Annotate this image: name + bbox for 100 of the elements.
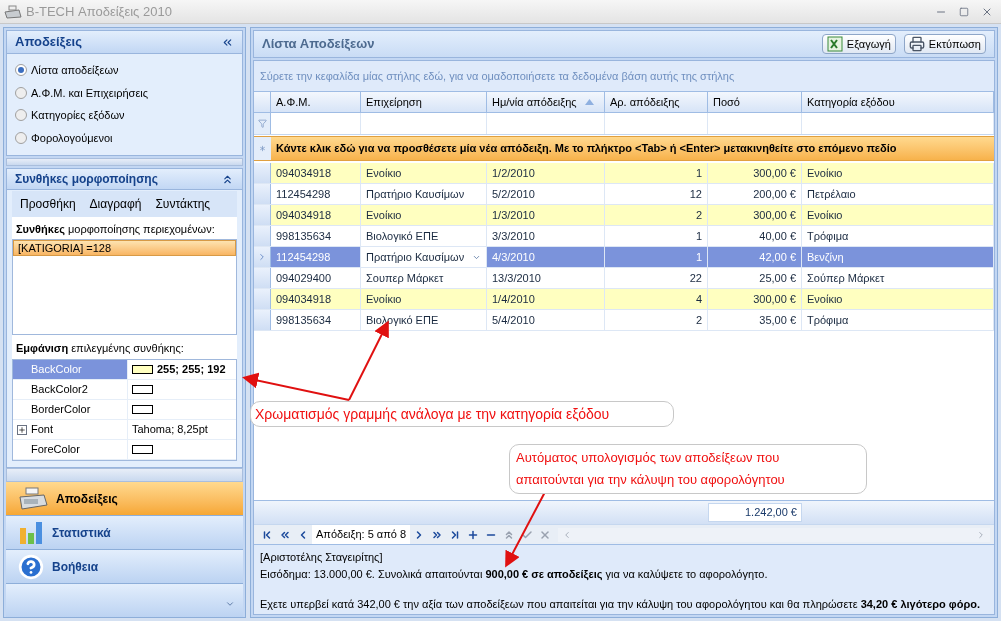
table-cell: 1	[605, 163, 708, 183]
total-cell: 1.242,00 €	[708, 503, 802, 522]
property-name[interactable]: BackColor2	[13, 380, 127, 399]
table-row[interactable]: 998135634 Βιολογικό ΕΠΕ 5/4/2010 2 35,00 € Τρόφιμα	[254, 310, 994, 331]
column-header[interactable]: Επιχείρηση	[361, 92, 487, 112]
table-row[interactable]: 094034918 Ενοίκιο 1/3/2010 2 300,00 € Ενοίκιο	[254, 205, 994, 226]
table-row[interactable]: 094034918 Ενοίκιο 1/4/2010 4 300,00 € Ενοίκιο	[254, 289, 994, 310]
table-row[interactable]: 112454298 Πρατήριο Καυσίμων 4/3/2010 1 42,00 € Βενζίνη	[254, 247, 994, 268]
table-cell: Ενοίκιο	[802, 205, 994, 225]
table-row[interactable]: 094034918 Ενοίκιο 1/2/2010 1 300,00 € Ενοίκιο	[254, 163, 994, 184]
table-cell: 12	[605, 184, 708, 204]
table-cell: Ενοίκιο	[361, 205, 487, 225]
scrollbar[interactable]	[558, 527, 990, 542]
table-cell: 1	[605, 247, 708, 267]
table-cell: 3/3/2010	[487, 226, 605, 246]
nav-button[interactable]: Αποδείξεις	[6, 482, 243, 516]
spreadsheet-icon	[826, 36, 843, 52]
table-cell: Ενοίκιο	[361, 289, 487, 309]
table-cell: 2	[605, 310, 708, 330]
table-cell: 1/2/2010	[487, 163, 605, 183]
table-cell: 4/3/2010	[487, 247, 605, 267]
window-title: B-TECH Αποδείξεις 2010	[26, 2, 173, 21]
table-cell: Ενοίκιο	[802, 289, 994, 309]
help-icon	[18, 553, 44, 580]
table-cell: 1/3/2010	[487, 205, 605, 225]
table-cell: Βιολογικό ΕΠΕ	[361, 310, 487, 330]
table-cell: 094034918	[271, 205, 361, 225]
radio-option[interactable]: Φορολογούμενοι	[15, 129, 234, 146]
table-cell: 094034918	[271, 163, 361, 183]
table-cell: Σουπερ Μάρκετ	[361, 268, 487, 288]
column-header[interactable]: Ποσό	[708, 92, 802, 112]
table-cell: Τρόφιμα	[802, 226, 994, 246]
radio-option[interactable]: Λίστα αποδείξεων	[15, 62, 234, 79]
table-cell: 200,00 €	[708, 184, 802, 204]
table-cell: 13/3/2010	[487, 268, 605, 288]
appearance-label: Εμφάνιση επιλεγμένης συνθήκης:	[16, 340, 184, 356]
conditions-label: Συνθήκες μορφοποίησης περιεχομένων:	[16, 221, 215, 237]
table-cell: 40,00 €	[708, 226, 802, 246]
toolbar-button[interactable]: Εκτύπωση	[903, 34, 986, 54]
splitter[interactable]	[6, 468, 243, 482]
printer-icon	[908, 36, 925, 52]
radio-option[interactable]: Α.Φ.Μ. και Επιχειρήσεις	[15, 84, 234, 101]
table-cell: Πρατήριο Καυσίμων	[361, 247, 487, 267]
table-cell: 42,00 €	[708, 247, 802, 267]
table-cell: Ενοίκιο	[361, 163, 487, 183]
new-row-icon	[258, 144, 267, 153]
property-value[interactable]: 255; 255; 192	[127, 360, 236, 379]
table-row[interactable]: 094029400 Σουπερ Μάρκετ 13/3/2010 22 25,00 € Σούπερ Μάρκετ	[254, 268, 994, 289]
maximize-icon[interactable]	[959, 6, 969, 17]
table-cell: Πετρέλαιο	[802, 184, 994, 204]
table-cell: 094029400	[271, 268, 361, 288]
close-icon	[539, 528, 552, 541]
table-cell: 5/2/2010	[487, 184, 605, 204]
panel-title: Λίστα Αποδείξεων	[262, 35, 375, 54]
toolbar-button[interactable]: Διαγραφή	[89, 195, 142, 213]
scroll-right-icon[interactable]	[976, 529, 986, 540]
app-icon	[4, 4, 22, 19]
table-cell: 300,00 €	[708, 163, 802, 183]
condition-item[interactable]: [KATIGORIA] =128	[13, 240, 236, 256]
radio-option[interactable]: Κατηγορίες εξόδων	[15, 107, 234, 124]
table-cell: Τρόφιμα	[802, 310, 994, 330]
table-cell: 300,00 €	[708, 205, 802, 225]
table-cell: 22	[605, 268, 708, 288]
column-header[interactable]: Α.Φ.Μ.	[271, 92, 361, 112]
toolbar-button[interactable]: Προσθήκη	[20, 195, 76, 213]
property-name[interactable]: Font	[13, 420, 127, 439]
column-header[interactable]: Ημ/νία απόδειξης	[487, 92, 605, 112]
splitter[interactable]	[6, 158, 243, 166]
first-icon	[261, 528, 273, 541]
toolbar-button[interactable]: Συντάκτης	[155, 195, 211, 213]
table-cell: 25,00 €	[708, 268, 802, 288]
table-cell: 112454298	[271, 184, 361, 204]
column-header[interactable]: Κατηγορία εξόδου	[802, 92, 994, 112]
table-cell: 998135634	[271, 310, 361, 330]
dropdown-icon[interactable]	[225, 599, 235, 609]
toolbar-button[interactable]: Εξαγωγή	[821, 34, 896, 54]
table-cell: Σούπερ Μάρκετ	[802, 268, 994, 288]
table-cell: Βιολογικό ΕΠΕ	[361, 226, 487, 246]
taxpayer-name: [Αριστοτέλης Σταγειρίτης]	[260, 550, 384, 565]
annotation-text: Αυτόματος υπολογισμός των αποδείξεων που απαιτούνται για την κάλυψη του αφορολόγητου	[516, 449, 786, 489]
check-icon	[521, 528, 534, 541]
table-cell: 1/4/2010	[487, 289, 605, 309]
table-row[interactable]: 998135634 Βιολογικό ΕΠΕ 3/3/2010 1 40,00 € Τρόφιμα	[254, 226, 994, 247]
property-name[interactable]: BorderColor	[13, 400, 127, 419]
nav-button[interactable]: Βοήθεια	[6, 550, 243, 584]
expand-icon[interactable]	[17, 424, 27, 435]
column-header[interactable]: Αρ. απόδειξης	[605, 92, 708, 112]
table-row[interactable]: 112454298 Πρατήριο Καυσίμων 5/2/2010 12 200,00 € Πετρέλαιο	[254, 184, 994, 205]
property-value[interactable]: Tahoma; 8,25pt	[127, 420, 236, 439]
property-name[interactable]: ForeColor	[13, 440, 127, 459]
panel-title: Συνθήκες μορφοποίησης	[15, 171, 158, 188]
table-cell: 35,00 €	[708, 310, 802, 330]
plus-icon	[467, 528, 480, 541]
cash-register-icon	[18, 486, 48, 511]
table-cell: 094034918	[271, 289, 361, 309]
table-cell: 4	[605, 289, 708, 309]
income-summary: Εισόδημα: 13.000,00 €. Συνολικά απαιτούνται 900,00 € σε αποδείξεις για να καλύψετε το αφορολόγητο.	[260, 566, 769, 582]
nav-button[interactable]: Στατιστικά	[6, 516, 243, 550]
group-by-hint: Σύρετε την κεφαλίδα μίας στήλης εδώ, για να ομαδοποιήσετε τα δεδομένα βάση αυτής της στήλης	[260, 68, 735, 84]
record-position: Απόδειξη: 5 από 8	[312, 525, 411, 544]
